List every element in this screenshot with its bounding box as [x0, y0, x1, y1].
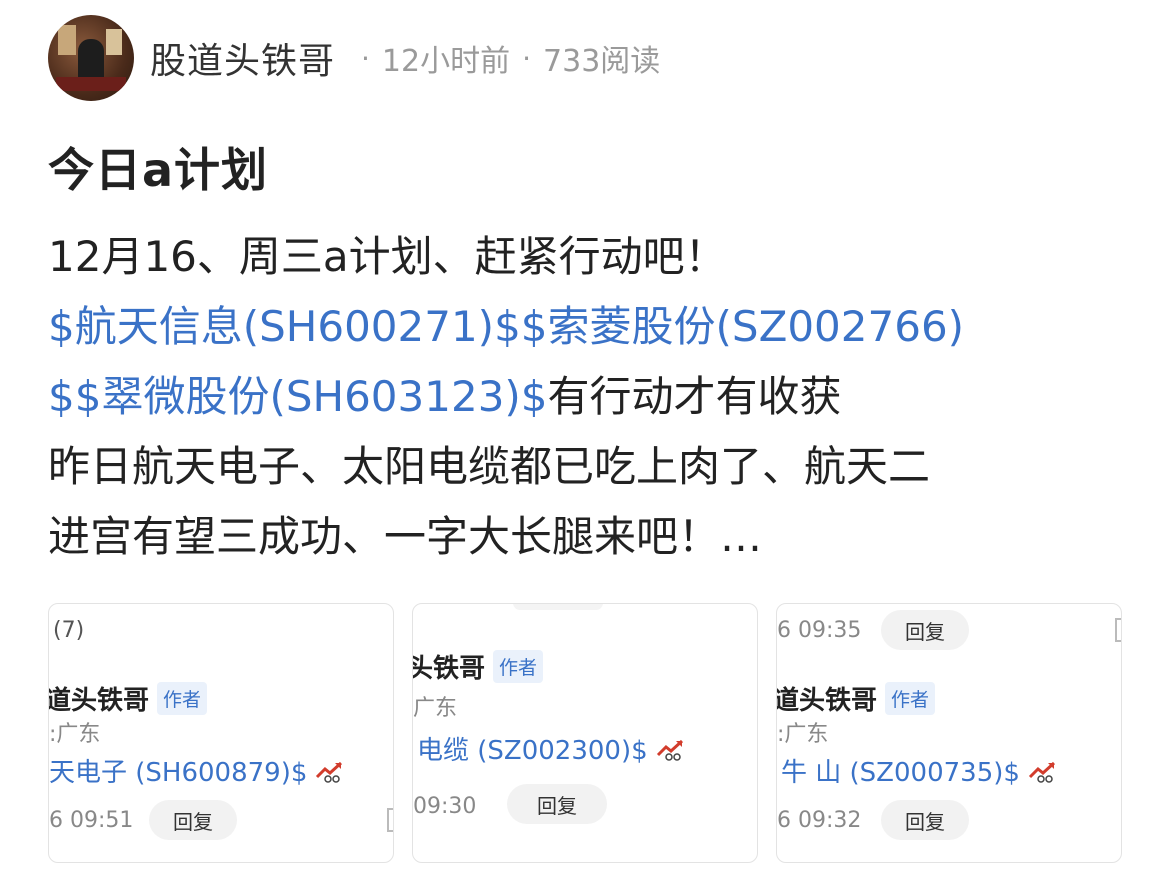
- comment-author: 道头铁哥 作者: [48, 680, 208, 717]
- stock-link-cuiwei[interactable]: $翠微股份(SH603123)$: [75, 372, 548, 421]
- card-edge-mark: [1115, 618, 1121, 642]
- post-title: 今日a计划: [48, 143, 269, 197]
- body-line-3-tail: 有行动才有收获: [547, 372, 842, 421]
- comment-count: (7): [53, 618, 85, 643]
- comment-stock-text: 天电子 (SH600879)$: [49, 758, 308, 788]
- card-top-ghost: [513, 604, 603, 610]
- trend-up-icon: [656, 739, 683, 761]
- reply-button-top[interactable]: 回复: [881, 610, 969, 650]
- stock-link-suoling-end[interactable]: $: [48, 372, 75, 421]
- stock-link-aerospace-info[interactable]: $航天信息(SH600271)$: [48, 302, 521, 351]
- body-line-2: $航天信息(SH600271)$$索菱股份(SZ002766): [48, 292, 1148, 362]
- comment-location: 广东: [413, 696, 458, 721]
- avatar-table: [56, 77, 126, 91]
- author-badge: 作者: [493, 650, 544, 683]
- comment-top-time: 6 09:35: [777, 618, 862, 643]
- post-header: 股道头铁哥 · 12小时前 · 733阅读: [48, 14, 660, 102]
- read-count: 733阅读: [543, 44, 661, 79]
- comment-location: :广东: [777, 722, 829, 747]
- comment-location: :广东: [49, 722, 101, 747]
- comment-card-3[interactable]: 6 09:35 回复 道头铁哥 作者 :广东 牛 山 (SZ000735)$ 6…: [776, 603, 1122, 863]
- avatar-picture-frame-2: [106, 29, 122, 55]
- comment-time: 6 09:32: [777, 808, 862, 833]
- comment-stock[interactable]: 天电子 (SH600879)$: [49, 752, 345, 789]
- body-line-4: 昨日航天电子、太阳电缆都已吃上肉了、航天二: [48, 442, 931, 491]
- comment-author-name: 道头铁哥: [776, 686, 878, 716]
- trend-up-icon: [1028, 761, 1055, 783]
- author-name[interactable]: 股道头铁哥: [150, 32, 335, 84]
- post-body: 12月16、周三a计划、赶紧行动吧！ $航天信息(SH600271)$$索菱股份…: [48, 222, 1148, 572]
- post-meta: · 12小时前 · 733阅读: [349, 36, 660, 80]
- comment-stock-text: 牛 山 (SZ000735)$: [781, 758, 1020, 788]
- comment-author-name: 头铁哥: [412, 654, 486, 684]
- comment-author-name: 道头铁哥: [48, 686, 150, 716]
- reply-button[interactable]: 回复: [881, 800, 969, 840]
- separator-dot: ·: [361, 41, 370, 75]
- avatar-picture-frame: [58, 25, 76, 55]
- separator-dot: ·: [522, 41, 532, 75]
- body-line-1: 12月16、周三a计划、赶紧行动吧！: [48, 232, 727, 281]
- comment-stock[interactable]: 电缆 (SZ002300)$: [417, 730, 686, 767]
- comment-author: 头铁哥 作者: [412, 648, 544, 685]
- card-edge-mark: [387, 808, 393, 832]
- comment-card-1[interactable]: (7) 道头铁哥 作者 :广东 天电子 (SH600879)$ 6 09:51 …: [48, 603, 394, 863]
- comment-time: 09:30: [413, 794, 477, 819]
- comment-time: 6 09:51: [49, 808, 134, 833]
- comment-author: 道头铁哥 作者: [776, 680, 936, 717]
- author-badge: 作者: [885, 682, 936, 715]
- author-badge: 作者: [157, 682, 208, 715]
- avatar[interactable]: [48, 15, 134, 101]
- reply-button[interactable]: 回复: [507, 784, 607, 824]
- body-line-5: 进宫有望三成功、一字大长腿来吧！…: [48, 512, 763, 561]
- post-time: 12小时前: [381, 44, 511, 79]
- comment-stock-text: 电缆 (SZ002300)$: [417, 736, 648, 766]
- trend-up-icon: [316, 761, 343, 783]
- comment-card-2[interactable]: 头铁哥 作者 广东 电缆 (SZ002300)$ 09:30 回复: [412, 603, 758, 863]
- comment-stock[interactable]: 牛 山 (SZ000735)$: [781, 752, 1058, 789]
- stock-link-suoling[interactable]: $索菱股份(SZ002766): [521, 302, 964, 351]
- body-line-3: $$翠微股份(SH603123)$有行动才有收获: [48, 362, 1148, 432]
- reply-button[interactable]: 回复: [149, 800, 237, 840]
